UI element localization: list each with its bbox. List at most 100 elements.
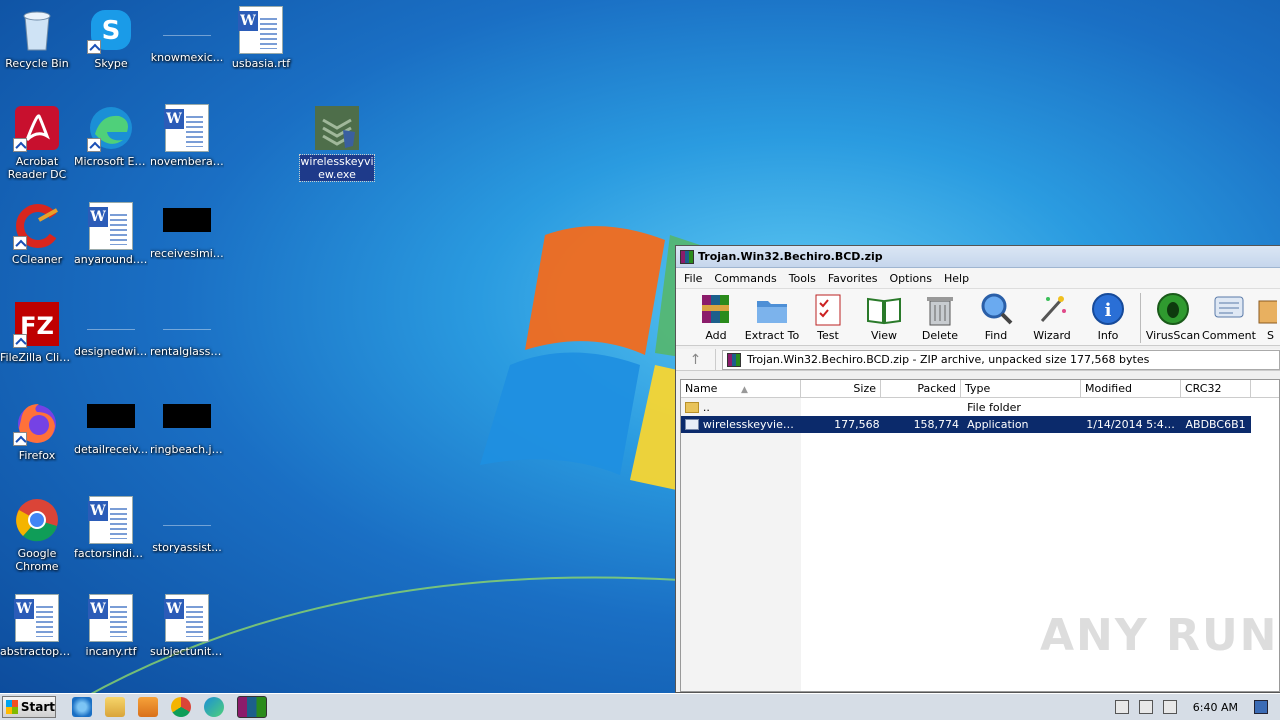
sfx-button[interactable]: S: [1257, 291, 1277, 342]
menu-commands[interactable]: Commands: [708, 272, 782, 285]
desktop-icon-novemberal[interactable]: W novemberal...: [150, 98, 224, 182]
desktop-icon-label: Microsoft Edge: [74, 155, 148, 168]
svg-text:S: S: [102, 16, 121, 46]
desktop-icon-filezilla[interactable]: FZ FileZilla Client: [0, 294, 74, 378]
firefox-icon: [13, 398, 61, 446]
column-header-crc32[interactable]: CRC32: [1181, 380, 1251, 398]
desktop-icon-label: knowmexic...: [150, 51, 224, 64]
edge-icon: [87, 104, 135, 152]
column-header-name[interactable]: Name ▲: [681, 380, 801, 398]
desktop-icon-ringbeach[interactable]: ringbeach.jpg: [150, 392, 224, 476]
desktop-icon-firefox[interactable]: Firefox: [0, 392, 74, 476]
desktop-icon-label: Acrobat Reader DC: [7, 155, 67, 181]
anyrun-watermark: ANY RUN: [1040, 610, 1279, 661]
folder-icon: [685, 402, 699, 413]
desktop-icon-subjectunit[interactable]: W subjectunit.rtf: [150, 588, 224, 672]
file-thumbnail-icon: [163, 306, 211, 330]
sort-ascending-icon: ▲: [740, 385, 748, 395]
desktop-icon-label: Firefox: [18, 449, 56, 462]
desktop-icon-anyaround[interactable]: W anyaround.rtf: [74, 196, 148, 280]
desktop-icon-storyassist[interactable]: storyassist...: [150, 490, 224, 574]
desktop-icon-abstractopti[interactable]: W abstractopti...: [0, 588, 74, 672]
shortcut-arrow-icon: [13, 432, 27, 446]
up-one-level-button[interactable]: ↑: [676, 348, 716, 371]
word-document-icon: W: [88, 202, 133, 250]
comment-button[interactable]: Comment: [1201, 291, 1257, 342]
info-button[interactable]: i Info: [1080, 291, 1136, 342]
winrar-app-icon: [680, 249, 694, 264]
desktop-icon-skype[interactable]: S Skype: [74, 0, 148, 84]
show-desktop-icon[interactable]: [1254, 700, 1268, 714]
internet-explorer-icon[interactable]: [72, 697, 92, 717]
desktop-icon-edge[interactable]: Microsoft Edge: [74, 98, 148, 182]
delete-button[interactable]: Delete: [912, 291, 968, 342]
start-button[interactable]: Start: [2, 696, 56, 718]
desktop-icon-factorsindia[interactable]: W factorsindia...: [74, 490, 148, 574]
desktop-icon-label: Skype: [94, 57, 128, 70]
menu-file[interactable]: File: [678, 272, 708, 285]
desktop-icon-label: ringbeach.jpg: [150, 443, 224, 456]
menu-bar: File Commands Tools Favorites Options He…: [676, 268, 1280, 288]
shortcut-arrow-icon: [13, 236, 27, 250]
window-titlebar[interactable]: Trojan.Win32.Bechiro.BCD.zip: [676, 246, 1280, 268]
desktop-icon-incany[interactable]: W incany.rtf: [74, 588, 148, 672]
wizard-button[interactable]: Wizard: [1024, 291, 1080, 342]
desktop-icon-detailreceiv[interactable]: detailreceiv...: [74, 392, 148, 476]
test-button[interactable]: Test: [800, 291, 856, 342]
desktop-icon-receivesimil[interactable]: receivesimil...: [150, 196, 224, 280]
extract-to-button[interactable]: Extract To: [744, 291, 800, 342]
extract-folder-icon: [754, 291, 790, 327]
table-row[interactable]: .. File folder: [681, 399, 1251, 416]
file-thumbnail-icon: [87, 306, 135, 330]
winrar-taskbar-icon[interactable]: [237, 696, 267, 718]
info-icon: i: [1090, 291, 1126, 327]
archive-path-field[interactable]: Trojan.Win32.Bechiro.BCD.zip - ZIP archi…: [722, 349, 1280, 370]
filezilla-icon: FZ: [13, 300, 61, 348]
file-explorer-icon[interactable]: [105, 697, 125, 717]
word-document-icon: W: [164, 104, 209, 152]
column-header-modified[interactable]: Modified: [1081, 380, 1181, 398]
desktop-icon-designedwil[interactable]: designedwil...: [74, 294, 148, 378]
action-center-flag-icon[interactable]: [1162, 700, 1177, 714]
virusscan-bug-icon: [1155, 291, 1191, 327]
desktop-icon-label: abstractopti...: [0, 645, 74, 658]
view-button[interactable]: View: [856, 291, 912, 342]
desktop-icon-chrome[interactable]: Google Chrome: [0, 490, 74, 574]
desktop-icon-ccleaner[interactable]: CCleaner: [0, 196, 74, 280]
recycle-bin-icon: [13, 6, 61, 54]
column-header-packed[interactable]: Packed: [881, 380, 961, 398]
find-button[interactable]: Find: [968, 291, 1024, 342]
desktop-icon-label: usbasia.rtf: [231, 57, 291, 70]
desktop-icon-wirelesskeyview[interactable]: wirelesskeyview.exe: [299, 98, 375, 182]
desktop-icon-label: storyassist...: [152, 541, 222, 554]
desktop-icon-acrobat[interactable]: Acrobat Reader DC: [0, 98, 74, 182]
desktop-icon-recycle-bin[interactable]: Recycle Bin: [0, 0, 74, 84]
table-row[interactable]: wirelesskeyview.... 177,568 158,774 Appl…: [681, 416, 1251, 433]
desktop-icon-rentalglass[interactable]: rentalglass....: [150, 294, 224, 378]
speaker-icon[interactable]: [1114, 700, 1129, 714]
file-thumbnail-icon: [163, 502, 211, 526]
add-button[interactable]: Add: [688, 291, 744, 342]
menu-options[interactable]: Options: [884, 272, 938, 285]
desktop-icon-label: CCleaner: [11, 253, 63, 266]
network-icon[interactable]: [1138, 700, 1153, 714]
column-header-size[interactable]: Size: [801, 380, 881, 398]
find-magnifier-icon: [978, 291, 1014, 327]
desktop-icon-label: designedwil...: [74, 345, 148, 358]
desktop-icon-label: wirelesskeyview.exe: [299, 154, 375, 182]
shortcut-arrow-icon: [13, 334, 27, 348]
clock[interactable]: 6:40 AM: [1193, 701, 1238, 714]
file-thumbnail-icon: [163, 12, 211, 36]
desktop-icon-knowmexic[interactable]: knowmexic...: [150, 0, 224, 84]
chrome-taskbar-icon[interactable]: [171, 697, 191, 717]
column-header-type[interactable]: Type: [961, 380, 1081, 398]
media-player-icon[interactable]: [138, 697, 158, 717]
word-document-icon: W: [88, 594, 133, 642]
menu-favorites[interactable]: Favorites: [822, 272, 884, 285]
edge-taskbar-icon[interactable]: [204, 697, 224, 717]
menu-tools[interactable]: Tools: [783, 272, 822, 285]
desktop-icon-usbasia[interactable]: W usbasia.rtf: [224, 0, 298, 84]
virusscan-button[interactable]: VirusScan: [1145, 291, 1201, 342]
word-document-icon: W: [164, 594, 209, 642]
menu-help[interactable]: Help: [938, 272, 975, 285]
